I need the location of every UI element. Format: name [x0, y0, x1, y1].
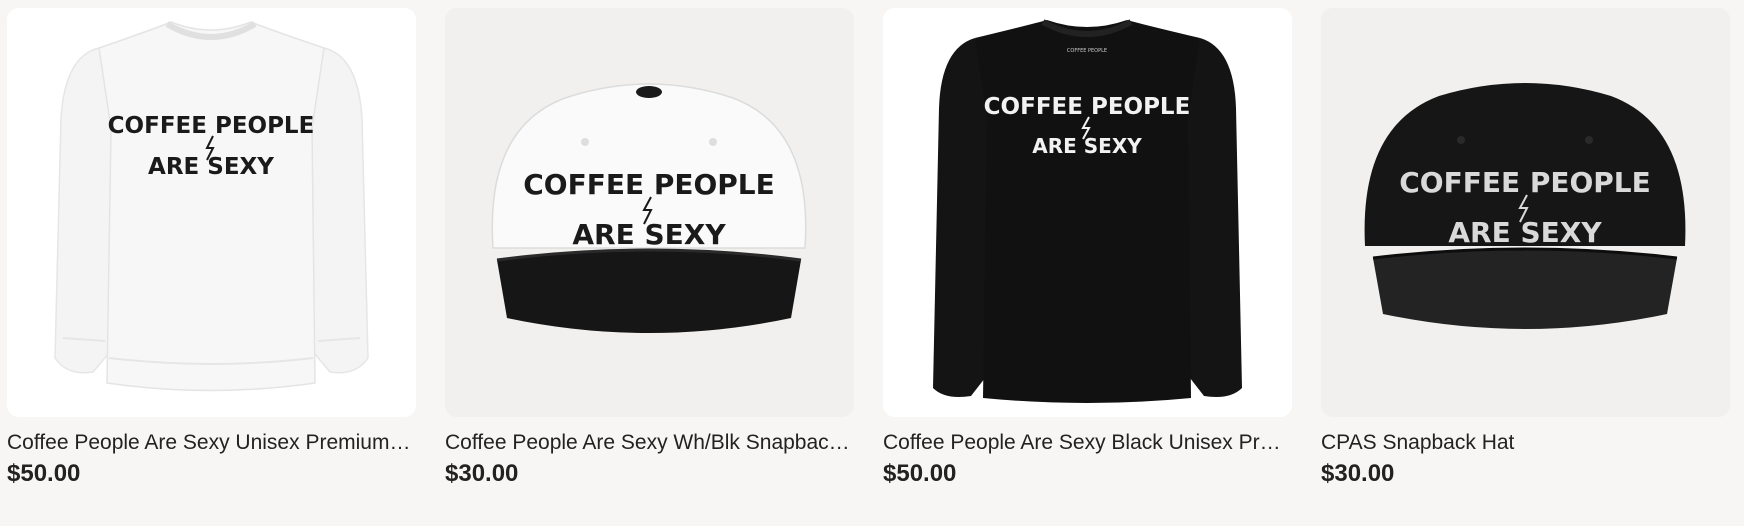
- white-sweatshirt-image: COFFEE PEOPLE ARE SEXY: [7, 8, 416, 417]
- product-image[interactable]: COFFEE PEOPLE ARE SEXY: [7, 8, 416, 417]
- black-snapback-image: COFFEE PEOPLE ARE SEXY: [1321, 8, 1730, 417]
- product-card[interactable]: COFFEE PEOPLE ARE SEXY Coffee People Are…: [445, 8, 854, 489]
- print-line-2: ARE SEXY: [1448, 216, 1602, 249]
- product-price: $50.00: [883, 460, 957, 487]
- white-black-snapback-image: COFFEE PEOPLE ARE SEXY: [445, 8, 854, 417]
- print-line-1: COFFEE PEOPLE: [984, 94, 1191, 120]
- product-price: $30.00: [445, 460, 519, 487]
- product-grid: COFFEE PEOPLE ARE SEXY Coffee People Are…: [7, 8, 1730, 489]
- print-line-2: ARE SEXY: [572, 218, 726, 251]
- product-card[interactable]: COFFEE PEOPLE ARE SEXY CPAS Snapback Hat…: [1321, 8, 1730, 489]
- black-sweatshirt-image: COFFEE PEOPLE COFFEE PEOPLE ARE SEXY: [883, 8, 1292, 417]
- product-card[interactable]: COFFEE PEOPLE COFFEE PEOPLE ARE SEXY Cof…: [883, 8, 1292, 489]
- product-price: $50.00: [7, 460, 81, 487]
- print-line-1: COFFEE PEOPLE: [523, 168, 775, 201]
- product-image[interactable]: COFFEE PEOPLE ARE SEXY: [445, 8, 854, 417]
- product-title[interactable]: Coffee People Are Sexy Wh/Blk Snapback H…: [445, 430, 854, 456]
- product-image[interactable]: COFFEE PEOPLE ARE SEXY: [1321, 8, 1730, 417]
- product-title[interactable]: CPAS Snapback Hat: [1321, 430, 1730, 456]
- print-line-1: COFFEE PEOPLE: [108, 113, 315, 139]
- svg-text:COFFEE PEOPLE: COFFEE PEOPLE: [1067, 48, 1107, 54]
- print-line-2: ARE SEXY: [1032, 134, 1142, 158]
- product-price: $30.00: [1321, 460, 1395, 487]
- product-image[interactable]: COFFEE PEOPLE COFFEE PEOPLE ARE SEXY: [883, 8, 1292, 417]
- print-line-1: COFFEE PEOPLE: [1399, 166, 1651, 199]
- print-line-2: ARE SEXY: [148, 154, 274, 180]
- product-title[interactable]: Coffee People Are Sexy Unisex Premium Sw…: [7, 430, 416, 456]
- product-card[interactable]: COFFEE PEOPLE ARE SEXY Coffee People Are…: [7, 8, 416, 489]
- product-title[interactable]: Coffee People Are Sexy Black Unisex Prem…: [883, 430, 1292, 456]
